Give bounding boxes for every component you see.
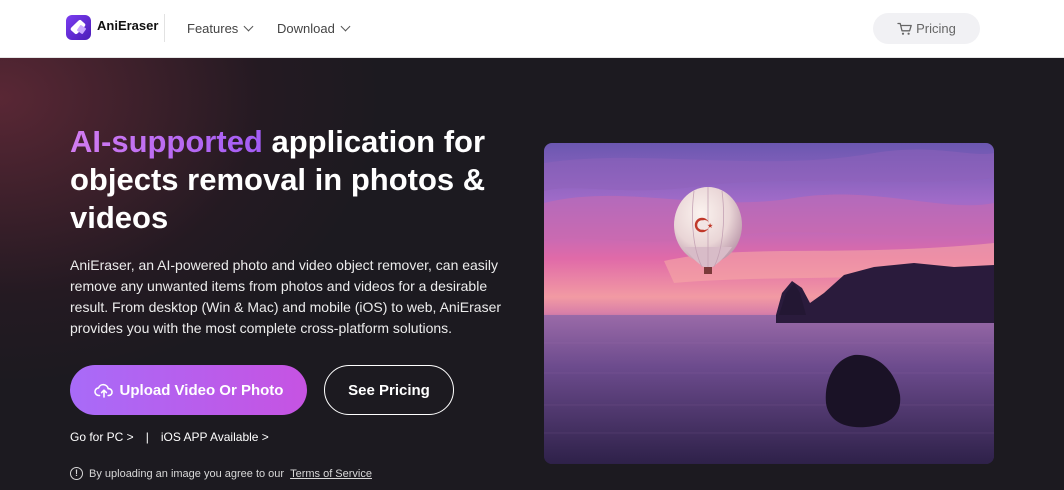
- cloud-upload-icon: [93, 383, 113, 398]
- chevron-down-icon: [243, 21, 254, 32]
- link-separator: |: [145, 430, 149, 444]
- chevron-down-icon: [340, 21, 351, 32]
- go-for-pc-link[interactable]: Go for PC >: [70, 430, 134, 444]
- terms-prefix: By uploading an image you agree to our: [89, 467, 285, 480]
- hero-description: AniEraser, an AI-powered photo and video…: [70, 257, 502, 336]
- see-pricing-label: See Pricing: [348, 381, 430, 399]
- nav-features-label: Features: [187, 21, 239, 36]
- platform-links: Go for PC > | iOS APP Available >: [70, 430, 269, 444]
- upload-label: Upload Video Or Photo: [119, 381, 284, 399]
- nav-download[interactable]: Download: [277, 21, 351, 36]
- brand-name[interactable]: AniEraser: [97, 18, 158, 33]
- upload-video-or-photo-button[interactable]: Upload Video Or Photo: [70, 365, 307, 415]
- info-icon: !: [70, 467, 83, 480]
- hero-title-accent: AI-supported: [70, 124, 263, 159]
- svg-text:★: ★: [707, 222, 713, 230]
- pricing-label: Pricing: [916, 21, 956, 36]
- cart-icon: [897, 22, 912, 35]
- nav-divider: [164, 14, 165, 42]
- hero-title: AI-supported application for objects rem…: [70, 123, 540, 237]
- terms-notice: ! By uploading an image you agree to our…: [70, 467, 372, 480]
- ios-app-link[interactable]: iOS APP Available >: [161, 430, 269, 444]
- nav-features[interactable]: Features: [187, 21, 254, 36]
- pricing-button[interactable]: Pricing: [873, 13, 980, 44]
- terms-of-service-link[interactable]: Terms of Service: [290, 468, 372, 480]
- aniEraser-logo-icon[interactable]: [66, 15, 91, 40]
- nav-download-label: Download: [277, 21, 335, 36]
- top-navbar: AniEraser Features Download Pricing: [0, 0, 1064, 58]
- hero-photo: ★: [544, 143, 994, 464]
- see-pricing-button[interactable]: See Pricing: [324, 365, 454, 415]
- hot-air-balloon-sunset-image: ★: [544, 143, 994, 464]
